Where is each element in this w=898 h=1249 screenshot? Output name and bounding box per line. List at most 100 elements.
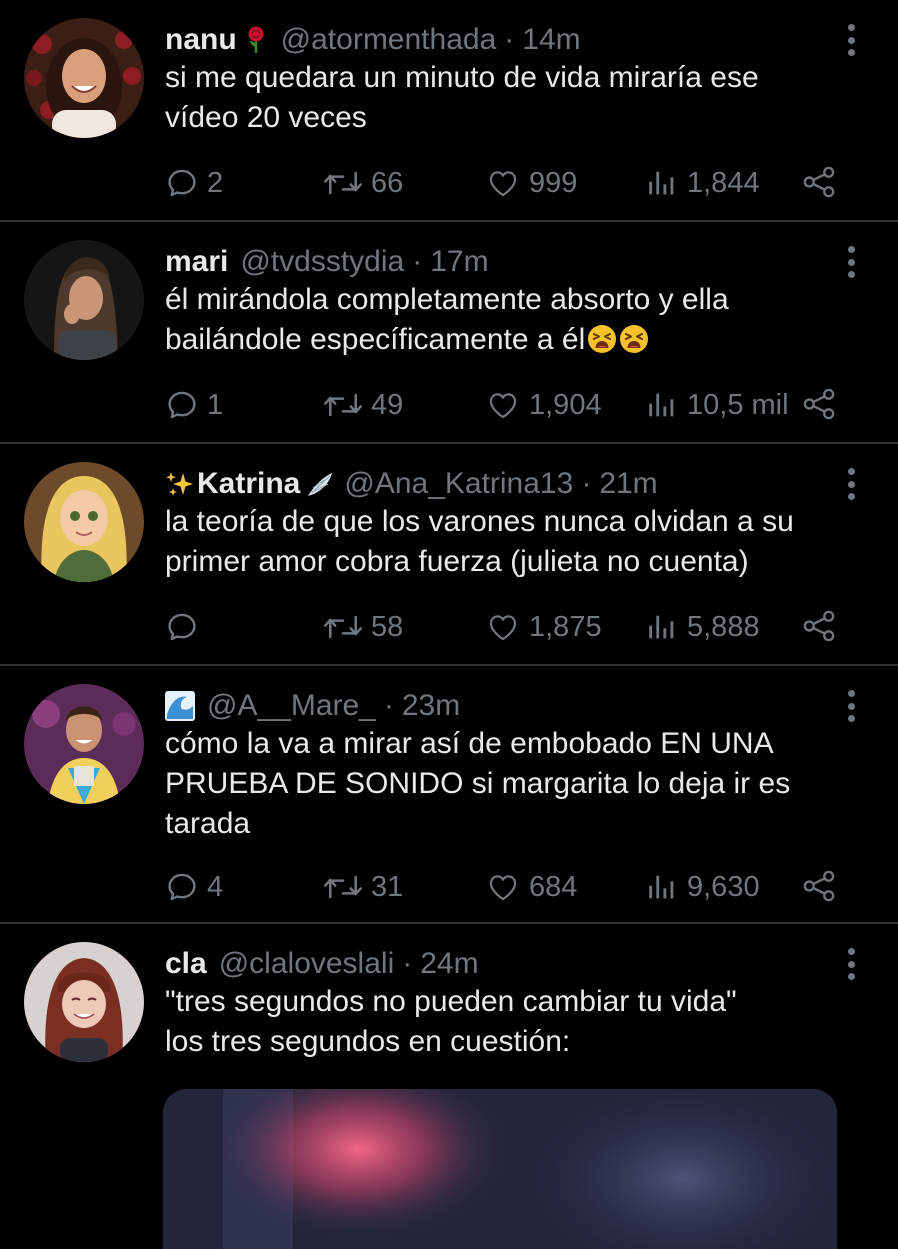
handle[interactable]: @A__Mare_: [207, 686, 376, 726]
handle[interactable]: @tvdsstydia: [240, 242, 404, 282]
retweet-button[interactable]: 49: [323, 385, 403, 425]
retweet-count: 66: [371, 166, 404, 199]
share-icon: [801, 869, 837, 903]
avatar[interactable]: [24, 18, 144, 138]
display-name[interactable]: Katrina: [197, 464, 300, 504]
share-button[interactable]: [801, 387, 837, 426]
wave-emoji-icon: [165, 691, 195, 721]
like-icon: [485, 166, 521, 200]
sparkles-emoji-icon: [165, 469, 195, 499]
timestamp[interactable]: 21m: [599, 464, 657, 504]
separator: ·: [412, 245, 423, 278]
retweet-count: 31: [371, 870, 404, 903]
tired-face-emoji-icon: [587, 324, 617, 354]
retweet-button[interactable]: 66: [323, 163, 403, 203]
reply-button[interactable]: [165, 607, 207, 647]
retweet-count: 49: [371, 388, 404, 421]
tweet[interactable]: cla @claloveslali · 24m "tres segundos n…: [0, 924, 898, 1249]
views-icon: [645, 388, 679, 422]
tweet-text: la teoría de que los varones nunca olvid…: [165, 505, 794, 578]
views-button[interactable]: 5,888: [645, 607, 760, 647]
like-icon: [485, 870, 521, 904]
retweet-icon: [323, 166, 363, 200]
share-button[interactable]: [801, 609, 837, 648]
views-icon: [645, 166, 679, 200]
retweet-count: 58: [371, 610, 404, 643]
tweet-header: cla @claloveslali · 24m: [165, 944, 479, 984]
reply-count: 4: [207, 870, 224, 903]
share-icon: [801, 387, 837, 421]
like-button[interactable]: 1,875: [485, 607, 602, 647]
views-count: 9,630: [687, 870, 760, 903]
like-count: 999: [529, 166, 578, 199]
tired-face-emoji-icon: [619, 324, 649, 354]
tweet[interactable]: Katrina @Ana_Katrina13 · 21m la teoría d…: [0, 444, 898, 666]
share-icon: [801, 609, 837, 643]
timestamp[interactable]: 14m: [522, 20, 580, 60]
reply-icon: [165, 388, 199, 422]
like-count: 1,904: [529, 388, 602, 421]
share-button[interactable]: [801, 165, 837, 204]
avatar[interactable]: [24, 684, 144, 804]
more-options-icon[interactable]: [844, 468, 858, 500]
display-name[interactable]: cla: [165, 944, 207, 984]
like-button[interactable]: 999: [485, 163, 577, 203]
avatar[interactable]: [24, 942, 144, 1062]
more-options-icon[interactable]: [844, 948, 858, 980]
more-options-icon[interactable]: [844, 24, 858, 56]
like-button[interactable]: 684: [485, 867, 577, 907]
share-button[interactable]: [801, 869, 837, 908]
views-icon: [645, 610, 679, 644]
handle[interactable]: @claloveslali: [219, 944, 395, 984]
share-icon: [801, 165, 837, 199]
views-button[interactable]: 1,844: [645, 163, 760, 203]
retweet-icon: [323, 388, 363, 422]
tweet-header: nanu @atormenthada · 14m: [165, 20, 581, 60]
more-options-icon[interactable]: [844, 246, 858, 278]
avatar[interactable]: [24, 462, 144, 582]
reply-button[interactable]: 4: [165, 867, 223, 907]
like-icon: [485, 388, 521, 422]
display-name[interactable]: nanu: [165, 20, 237, 60]
handle[interactable]: @atormenthada: [281, 20, 497, 60]
views-count: 10,5 mil: [687, 388, 789, 421]
rose-emoji-icon: [241, 25, 271, 55]
reply-icon: [165, 870, 199, 904]
tweet-actions: 58 1,875 5,888: [165, 607, 855, 647]
handle[interactable]: @Ana_Katrina13: [344, 464, 573, 504]
tweet-text: cómo la va a mirar así de embobado EN UN…: [165, 727, 791, 840]
display-name[interactable]: mari: [165, 242, 228, 282]
reply-button[interactable]: 1: [165, 385, 223, 425]
reply-count: 2: [207, 166, 224, 199]
tweet[interactable]: @A__Mare_ · 23m cómo la va a mirar así d…: [0, 666, 898, 924]
timestamp[interactable]: 23m: [402, 686, 460, 726]
video-thumbnail[interactable]: [163, 1089, 837, 1249]
like-button[interactable]: 1,904: [485, 385, 602, 425]
more-options-icon[interactable]: [844, 690, 858, 722]
views-icon: [645, 870, 679, 904]
views-button[interactable]: 9,630: [645, 867, 760, 907]
retweet-icon: [323, 610, 363, 644]
reply-icon: [165, 610, 199, 644]
avatar[interactable]: [24, 240, 144, 360]
separator: ·: [504, 23, 515, 56]
reply-count: 1: [207, 388, 224, 421]
views-button[interactable]: 10,5 mil: [645, 385, 789, 425]
separator: ·: [581, 467, 592, 500]
retweet-button[interactable]: 31: [323, 867, 403, 907]
tweet[interactable]: nanu @atormenthada · 14m si me quedara u…: [0, 0, 898, 222]
retweet-icon: [323, 870, 363, 904]
separator: ·: [383, 689, 394, 722]
like-count: 684: [529, 870, 578, 903]
reply-icon: [165, 166, 199, 200]
like-icon: [485, 610, 521, 644]
tweet[interactable]: mari @tvdsstydia · 17m él mirándola comp…: [0, 222, 898, 444]
timestamp[interactable]: 24m: [420, 944, 478, 984]
retweet-button[interactable]: 58: [323, 607, 403, 647]
timestamp[interactable]: 17m: [430, 242, 488, 282]
reply-button[interactable]: 2: [165, 163, 223, 203]
separator: ·: [402, 947, 413, 980]
views-count: 5,888: [687, 610, 760, 643]
tweet-header: mari @tvdsstydia · 17m: [165, 242, 489, 282]
like-count: 1,875: [529, 610, 602, 643]
